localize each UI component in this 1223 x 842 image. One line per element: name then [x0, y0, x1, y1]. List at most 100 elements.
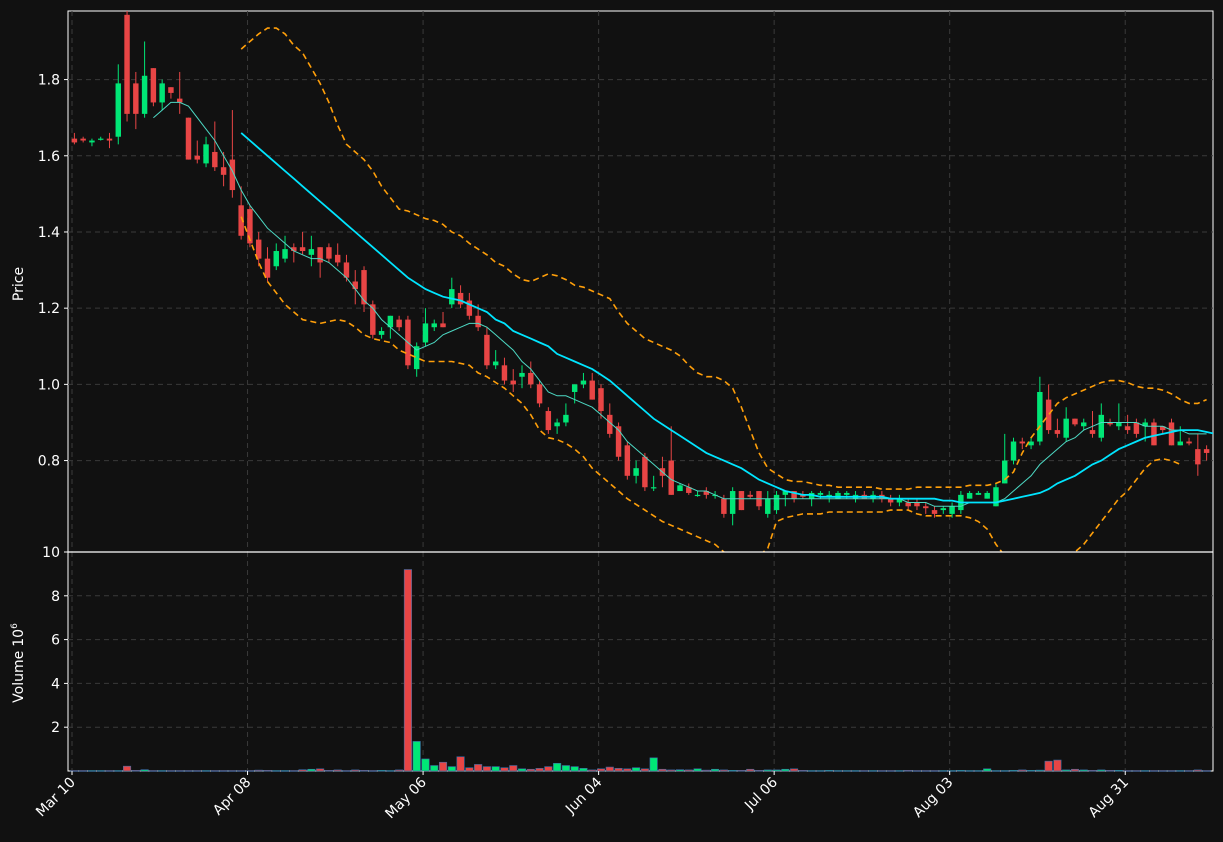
candle-body: [642, 456, 648, 488]
volume-bar: [939, 770, 948, 772]
x-tick-label: Aug 03: [910, 775, 956, 821]
volume-bar: [184, 770, 193, 772]
volume-bar: [535, 768, 544, 772]
candle-body: [835, 492, 841, 499]
candle-body: [1010, 441, 1017, 461]
x-tick-label: Jun 04: [562, 774, 605, 817]
candle-body: [133, 83, 139, 114]
volume-bar: [438, 761, 448, 772]
volume-bar: [158, 770, 167, 772]
volume-bar: [403, 569, 412, 772]
candle-body: [80, 138, 86, 141]
volume-bar: [289, 770, 298, 772]
candle-body: [984, 492, 990, 499]
candle-body: [71, 138, 78, 143]
candle-body: [422, 323, 429, 343]
candle-body: [826, 494, 832, 497]
volume-bar: [149, 770, 158, 772]
volume-bar: [237, 770, 246, 772]
volume-bar: [1141, 770, 1150, 772]
candle-body: [492, 361, 499, 366]
volume-axis-exponent-power: 6: [10, 623, 20, 629]
volume-bar: [702, 769, 711, 772]
candle-body: [282, 249, 288, 259]
volume-bar: [359, 770, 369, 772]
candle-body: [949, 506, 955, 514]
volume-bar: [728, 770, 737, 772]
volume-bar: [1114, 770, 1123, 772]
volume-bar: [386, 770, 395, 772]
x-tick-label: Aug 31: [1086, 775, 1132, 821]
candle-body: [931, 510, 938, 514]
volume-bar: [1018, 769, 1027, 772]
volume-bar: [912, 770, 922, 772]
volume-bar: [491, 766, 500, 772]
candle-body: [677, 485, 683, 492]
volume-axis-label-text: Volume: [11, 651, 27, 703]
volume-bar: [114, 770, 123, 772]
volume-bar: [351, 769, 360, 772]
candle-body: [1203, 449, 1210, 453]
volume-bar: [1132, 770, 1141, 772]
volume-bar: [316, 768, 325, 772]
volume-bar: [860, 770, 869, 772]
candle-body: [1186, 441, 1192, 444]
volume-bar: [921, 770, 930, 772]
candle-body: [440, 323, 446, 328]
candle-body: [844, 492, 850, 495]
x-tick-label: Jul 06: [741, 774, 781, 814]
volume-bar: [324, 770, 333, 772]
volume-bar: [1070, 768, 1079, 772]
candle-body: [299, 247, 306, 252]
candle-body: [940, 508, 947, 511]
volume-bar: [684, 769, 693, 772]
volume-bar: [1035, 769, 1044, 772]
candle-body: [1037, 391, 1043, 442]
volume-bar: [807, 770, 816, 772]
candle-body: [1195, 449, 1201, 465]
volume-tick-label: 8: [51, 589, 60, 605]
volume-bar: [711, 768, 720, 772]
volume-bar: [412, 741, 421, 772]
volume-bar: [675, 769, 685, 772]
candle-body: [141, 75, 148, 114]
candle-body: [334, 254, 341, 263]
volume-bar: [263, 770, 272, 772]
volume-frame: [67, 551, 1214, 772]
candle-body: [264, 258, 271, 278]
volume-bar: [421, 758, 430, 772]
volume-bar: [465, 767, 474, 772]
volume-bar: [474, 764, 483, 772]
volume-bar: [991, 770, 1000, 772]
volume-bar: [298, 769, 307, 772]
candle-body: [89, 140, 95, 143]
volume-bar: [746, 768, 755, 772]
candle-body: [923, 506, 929, 509]
candle-body: [747, 494, 753, 497]
volume-bar: [1202, 770, 1211, 772]
candle-body: [1177, 441, 1184, 446]
volume-bar: [833, 770, 843, 772]
x-axis: Mar 10 Apr 08 May 06 Jun 04 Jul 06 Aug 03 Aug …: [33, 771, 1132, 822]
volume-bar: [79, 770, 88, 772]
volume-bar: [500, 767, 509, 772]
volume-bar: [895, 770, 904, 772]
candle-body: [729, 491, 736, 514]
volume-tick-label: 4: [51, 676, 60, 692]
volume-bar: [570, 766, 579, 772]
candle-body: [510, 380, 516, 385]
candle-body: [475, 315, 481, 328]
volume-bar: [1185, 770, 1194, 772]
volume-bar: [281, 770, 290, 772]
volume-bar: [1193, 769, 1202, 772]
candle-body: [1133, 422, 1140, 434]
price-axis-label: Price: [11, 267, 27, 301]
volume-bar: [754, 770, 764, 772]
candle-body: [501, 365, 508, 381]
candle-body: [1116, 422, 1122, 427]
candle-body: [1019, 441, 1026, 444]
candle-body: [1089, 430, 1096, 434]
volume-bar: [842, 770, 851, 772]
volume-bar: [649, 757, 658, 772]
volume-bar: [175, 770, 184, 772]
